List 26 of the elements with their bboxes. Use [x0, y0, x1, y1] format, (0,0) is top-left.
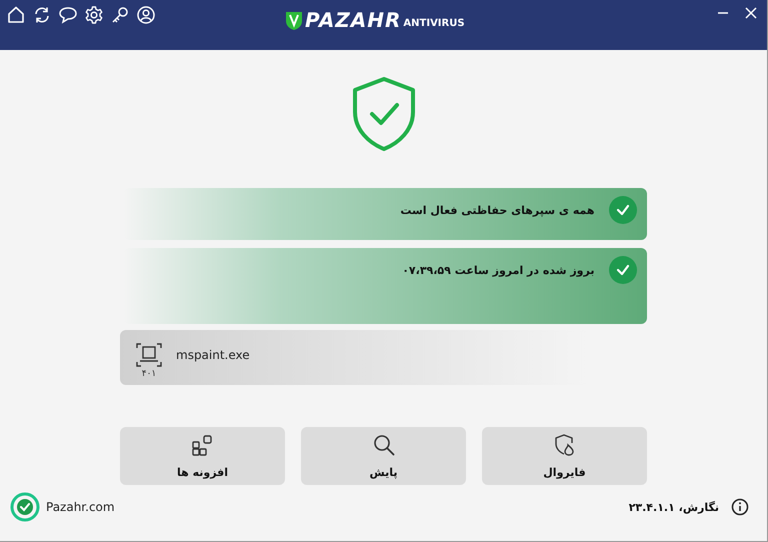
action-button[interactable]: افزونه ها	[120, 427, 285, 486]
logo-text: PAZAHR	[305, 9, 402, 31]
action-button[interactable]: فایروال	[482, 427, 647, 486]
protected-status-icon	[10, 492, 40, 522]
close-icon[interactable]	[745, 7, 757, 19]
shield-check-icon	[350, 76, 416, 152]
status-text: بروز شده در امروز ساعت ۰۷،۳۹،۵۹	[402, 264, 594, 277]
website-link[interactable]: Pazahr.com	[46, 500, 115, 514]
refresh-icon[interactable]	[32, 5, 52, 25]
shield-logo-icon	[285, 11, 303, 31]
shield-flame-icon	[554, 434, 576, 456]
status-text: همه ی سپرهای حفاظتی فعال است	[400, 204, 594, 217]
grid-icon	[192, 434, 214, 456]
user-icon[interactable]	[136, 5, 156, 25]
logo-subtitle: ANTIVIRUS	[403, 17, 465, 31]
process-name: mspaint.exe	[176, 348, 250, 362]
chat-icon[interactable]	[58, 5, 78, 25]
info-icon[interactable]	[731, 498, 749, 516]
settings-icon[interactable]	[84, 5, 104, 25]
version-text: نگارش، ۲۳.۴.۱.۱	[628, 500, 719, 514]
key-icon[interactable]	[110, 5, 130, 25]
action-button[interactable]: پایش	[301, 427, 466, 486]
process-count: ۴۰۱	[142, 368, 156, 379]
search-icon	[372, 434, 394, 456]
home-icon[interactable]	[6, 5, 26, 25]
screen-capture-icon	[136, 342, 162, 367]
